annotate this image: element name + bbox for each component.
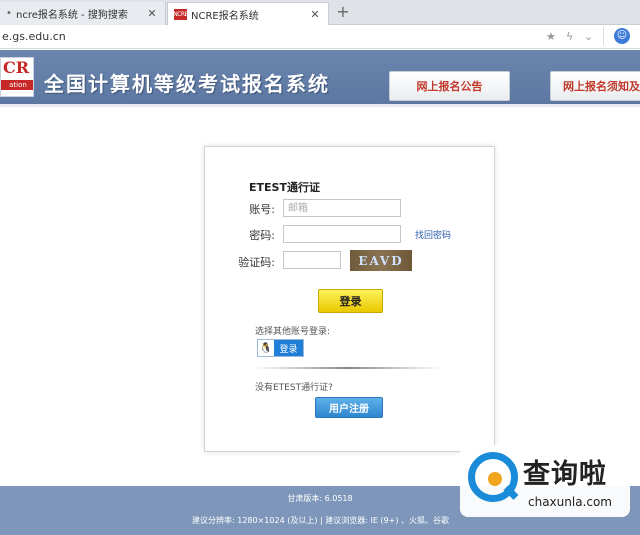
ncre-favicon-icon: NCRE	[173, 8, 188, 20]
chevron-down-icon[interactable]: ⌄	[584, 30, 593, 43]
new-tab-button[interactable]: +	[334, 3, 352, 21]
other-login-text: 选择其他账号登录:	[255, 327, 331, 337]
toolbar-divider	[603, 27, 604, 45]
recommendation-text: 建议分辨率: 1280×1024 (及以上) | 建议浏览器: IE (9+) …	[192, 516, 449, 525]
lightning-icon[interactable]: ϟ	[566, 30, 573, 43]
registration-notice-button[interactable]: 网上报名须知及	[550, 71, 640, 101]
chaxunla-watermark: 查询啦 chaxunla.com	[460, 445, 630, 517]
no-account-text: 没有ETEST通行证?	[255, 383, 333, 393]
login-title: ETEST通行证	[249, 181, 320, 194]
tab-dot-icon: •	[6, 8, 12, 19]
watermark-pinyin: chaxunla.com	[528, 495, 612, 509]
close-icon[interactable]: ✕	[145, 7, 159, 20]
register-button[interactable]: 用户注册	[315, 397, 383, 418]
captcha-label: 验证码:	[238, 256, 275, 269]
qq-penguin-icon: 🐧	[258, 340, 274, 356]
tab-title: NCRE报名系统	[191, 10, 259, 22]
divider	[255, 367, 441, 369]
browser-tab-ncre[interactable]: NCRE NCRE报名系统 ✕	[167, 2, 329, 25]
logo-letters: CR	[3, 58, 30, 77]
login-button[interactable]: 登录	[318, 289, 383, 313]
site-title: 全国计算机等级考试报名系统	[44, 72, 330, 96]
logo-subtext: ation	[1, 80, 33, 90]
account-input[interactable]	[283, 199, 401, 217]
password-label: 密码:	[249, 229, 275, 242]
close-icon[interactable]: ✕	[308, 8, 322, 21]
address-bar[interactable]: e.gs.edu.cn ★ ϟ ⌄ ☺	[0, 25, 640, 49]
captcha-input[interactable]	[283, 251, 341, 269]
site-header: CR ation 全国计算机等级考试报名系统 网上报名公告 网上报名须知及	[0, 50, 640, 107]
browser-tab-bar: • ncre报名系统 - 搜狗搜索 ✕ NCRE NCRE报名系统 ✕ +	[0, 0, 640, 25]
star-icon[interactable]: ★	[546, 30, 556, 43]
captcha-image[interactable]: EAVD	[350, 250, 412, 271]
browser-tab-search[interactable]: • ncre报名系统 - 搜狗搜索 ✕	[0, 2, 166, 25]
announcement-button[interactable]: 网上报名公告	[389, 71, 510, 101]
login-panel: ETEST通行证 账号: 密码: 找回密码 验证码: EAVD 登录 选择其他账…	[204, 146, 495, 452]
url-text[interactable]: e.gs.edu.cn	[2, 30, 66, 43]
watermark-chinese: 查询啦	[523, 459, 607, 490]
password-input[interactable]	[283, 225, 401, 243]
tab-title: ncre报名系统 - 搜狗搜索	[16, 10, 128, 21]
ncre-logo: CR ation	[0, 57, 34, 97]
account-label: 账号:	[249, 203, 275, 216]
account-icon[interactable]: ☺	[614, 28, 630, 44]
forgot-password-link[interactable]: 找回密码	[415, 228, 451, 241]
qq-login-button[interactable]: 🐧 登录	[257, 339, 304, 357]
qq-login-label: 登录	[279, 344, 298, 355]
